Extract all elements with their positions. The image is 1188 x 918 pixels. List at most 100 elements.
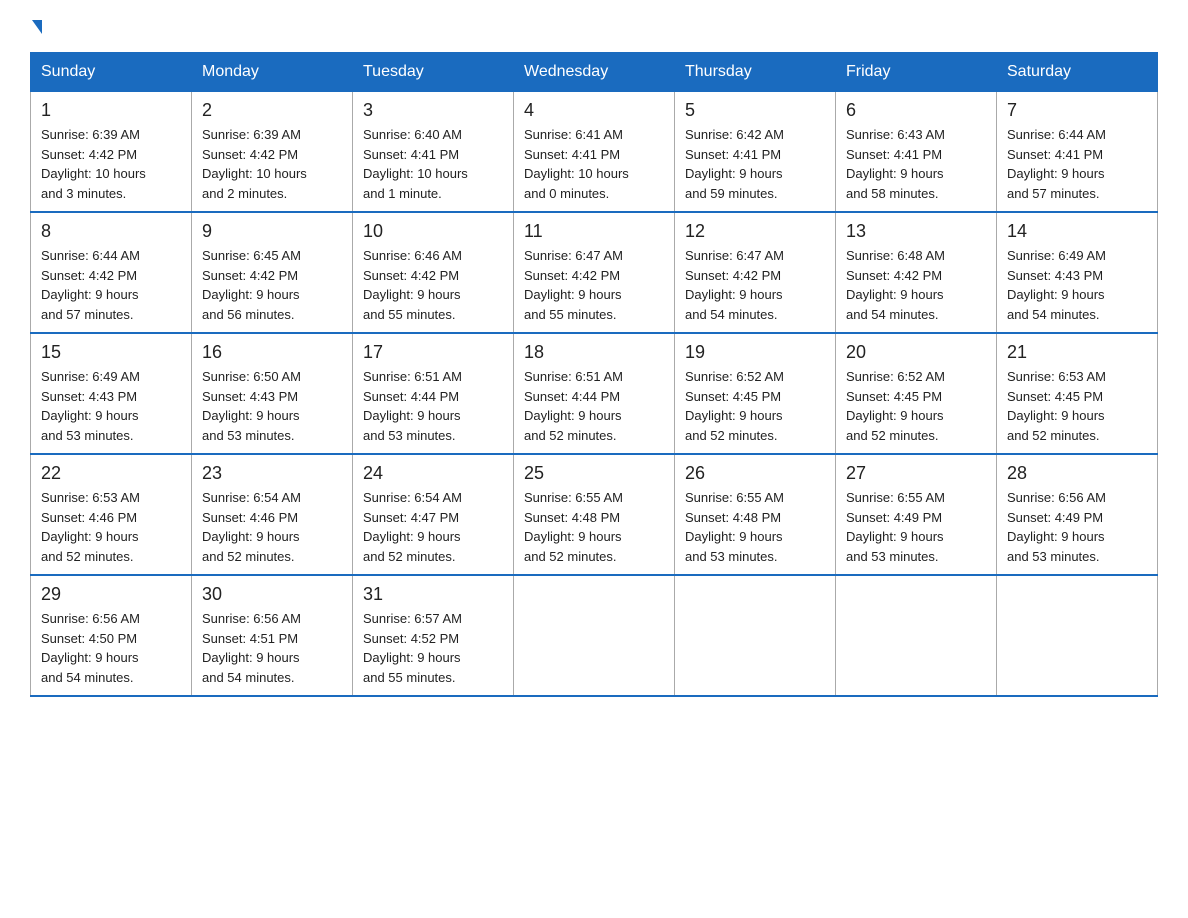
calendar-day-cell: 8 Sunrise: 6:44 AM Sunset: 4:42 PM Dayli… (31, 212, 192, 333)
header-tuesday: Tuesday (353, 53, 514, 92)
empty-day-cell (997, 575, 1158, 696)
day-info: Sunrise: 6:51 AM Sunset: 4:44 PM Dayligh… (363, 367, 503, 445)
day-info: Sunrise: 6:53 AM Sunset: 4:46 PM Dayligh… (41, 488, 181, 566)
day-info: Sunrise: 6:39 AM Sunset: 4:42 PM Dayligh… (202, 125, 342, 203)
calendar-day-cell: 16 Sunrise: 6:50 AM Sunset: 4:43 PM Dayl… (192, 333, 353, 454)
day-number: 26 (685, 463, 825, 484)
day-info: Sunrise: 6:43 AM Sunset: 4:41 PM Dayligh… (846, 125, 986, 203)
calendar-day-cell: 24 Sunrise: 6:54 AM Sunset: 4:47 PM Dayl… (353, 454, 514, 575)
calendar-day-cell: 18 Sunrise: 6:51 AM Sunset: 4:44 PM Dayl… (514, 333, 675, 454)
day-info: Sunrise: 6:49 AM Sunset: 4:43 PM Dayligh… (41, 367, 181, 445)
calendar-day-cell: 23 Sunrise: 6:54 AM Sunset: 4:46 PM Dayl… (192, 454, 353, 575)
calendar-day-cell: 14 Sunrise: 6:49 AM Sunset: 4:43 PM Dayl… (997, 212, 1158, 333)
calendar-day-cell: 28 Sunrise: 6:56 AM Sunset: 4:49 PM Dayl… (997, 454, 1158, 575)
header-monday: Monday (192, 53, 353, 92)
day-info: Sunrise: 6:41 AM Sunset: 4:41 PM Dayligh… (524, 125, 664, 203)
day-number: 16 (202, 342, 342, 363)
day-number: 12 (685, 221, 825, 242)
calendar-day-cell: 11 Sunrise: 6:47 AM Sunset: 4:42 PM Dayl… (514, 212, 675, 333)
header-wednesday: Wednesday (514, 53, 675, 92)
day-info: Sunrise: 6:55 AM Sunset: 4:48 PM Dayligh… (524, 488, 664, 566)
day-number: 23 (202, 463, 342, 484)
day-info: Sunrise: 6:56 AM Sunset: 4:50 PM Dayligh… (41, 609, 181, 687)
calendar-day-cell: 21 Sunrise: 6:53 AM Sunset: 4:45 PM Dayl… (997, 333, 1158, 454)
day-number: 10 (363, 221, 503, 242)
calendar-header-row: SundayMondayTuesdayWednesdayThursdayFrid… (31, 53, 1158, 92)
calendar-day-cell: 5 Sunrise: 6:42 AM Sunset: 4:41 PM Dayli… (675, 92, 836, 213)
day-number: 8 (41, 221, 181, 242)
day-number: 24 (363, 463, 503, 484)
day-number: 28 (1007, 463, 1147, 484)
empty-day-cell (675, 575, 836, 696)
day-number: 27 (846, 463, 986, 484)
day-info: Sunrise: 6:40 AM Sunset: 4:41 PM Dayligh… (363, 125, 503, 203)
calendar-week-row: 22 Sunrise: 6:53 AM Sunset: 4:46 PM Dayl… (31, 454, 1158, 575)
empty-day-cell (514, 575, 675, 696)
calendar-week-row: 15 Sunrise: 6:49 AM Sunset: 4:43 PM Dayl… (31, 333, 1158, 454)
day-info: Sunrise: 6:48 AM Sunset: 4:42 PM Dayligh… (846, 246, 986, 324)
day-number: 20 (846, 342, 986, 363)
day-info: Sunrise: 6:46 AM Sunset: 4:42 PM Dayligh… (363, 246, 503, 324)
header-saturday: Saturday (997, 53, 1158, 92)
day-info: Sunrise: 6:55 AM Sunset: 4:49 PM Dayligh… (846, 488, 986, 566)
day-number: 4 (524, 100, 664, 121)
calendar-week-row: 1 Sunrise: 6:39 AM Sunset: 4:42 PM Dayli… (31, 92, 1158, 213)
calendar-day-cell: 10 Sunrise: 6:46 AM Sunset: 4:42 PM Dayl… (353, 212, 514, 333)
day-number: 3 (363, 100, 503, 121)
calendar-day-cell: 26 Sunrise: 6:55 AM Sunset: 4:48 PM Dayl… (675, 454, 836, 575)
day-info: Sunrise: 6:47 AM Sunset: 4:42 PM Dayligh… (524, 246, 664, 324)
calendar-day-cell: 29 Sunrise: 6:56 AM Sunset: 4:50 PM Dayl… (31, 575, 192, 696)
day-number: 17 (363, 342, 503, 363)
calendar-table: SundayMondayTuesdayWednesdayThursdayFrid… (30, 52, 1158, 697)
calendar-day-cell: 15 Sunrise: 6:49 AM Sunset: 4:43 PM Dayl… (31, 333, 192, 454)
day-info: Sunrise: 6:44 AM Sunset: 4:42 PM Dayligh… (41, 246, 181, 324)
calendar-day-cell: 7 Sunrise: 6:44 AM Sunset: 4:41 PM Dayli… (997, 92, 1158, 213)
day-info: Sunrise: 6:44 AM Sunset: 4:41 PM Dayligh… (1007, 125, 1147, 203)
day-info: Sunrise: 6:56 AM Sunset: 4:51 PM Dayligh… (202, 609, 342, 687)
day-info: Sunrise: 6:55 AM Sunset: 4:48 PM Dayligh… (685, 488, 825, 566)
day-number: 31 (363, 584, 503, 605)
calendar-day-cell: 22 Sunrise: 6:53 AM Sunset: 4:46 PM Dayl… (31, 454, 192, 575)
day-info: Sunrise: 6:53 AM Sunset: 4:45 PM Dayligh… (1007, 367, 1147, 445)
header-friday: Friday (836, 53, 997, 92)
day-number: 29 (41, 584, 181, 605)
day-info: Sunrise: 6:47 AM Sunset: 4:42 PM Dayligh… (685, 246, 825, 324)
calendar-day-cell: 3 Sunrise: 6:40 AM Sunset: 4:41 PM Dayli… (353, 92, 514, 213)
day-info: Sunrise: 6:57 AM Sunset: 4:52 PM Dayligh… (363, 609, 503, 687)
calendar-day-cell: 12 Sunrise: 6:47 AM Sunset: 4:42 PM Dayl… (675, 212, 836, 333)
day-number: 14 (1007, 221, 1147, 242)
header-thursday: Thursday (675, 53, 836, 92)
day-number: 13 (846, 221, 986, 242)
calendar-week-row: 29 Sunrise: 6:56 AM Sunset: 4:50 PM Dayl… (31, 575, 1158, 696)
calendar-day-cell: 25 Sunrise: 6:55 AM Sunset: 4:48 PM Dayl… (514, 454, 675, 575)
logo-arrow-icon (32, 20, 42, 34)
day-number: 5 (685, 100, 825, 121)
calendar-day-cell: 30 Sunrise: 6:56 AM Sunset: 4:51 PM Dayl… (192, 575, 353, 696)
day-number: 25 (524, 463, 664, 484)
day-info: Sunrise: 6:45 AM Sunset: 4:42 PM Dayligh… (202, 246, 342, 324)
day-number: 19 (685, 342, 825, 363)
calendar-day-cell: 4 Sunrise: 6:41 AM Sunset: 4:41 PM Dayli… (514, 92, 675, 213)
day-info: Sunrise: 6:54 AM Sunset: 4:46 PM Dayligh… (202, 488, 342, 566)
calendar-day-cell: 27 Sunrise: 6:55 AM Sunset: 4:49 PM Dayl… (836, 454, 997, 575)
day-number: 1 (41, 100, 181, 121)
day-info: Sunrise: 6:54 AM Sunset: 4:47 PM Dayligh… (363, 488, 503, 566)
day-number: 11 (524, 221, 664, 242)
day-info: Sunrise: 6:42 AM Sunset: 4:41 PM Dayligh… (685, 125, 825, 203)
header-sunday: Sunday (31, 53, 192, 92)
calendar-day-cell: 13 Sunrise: 6:48 AM Sunset: 4:42 PM Dayl… (836, 212, 997, 333)
day-number: 21 (1007, 342, 1147, 363)
day-info: Sunrise: 6:50 AM Sunset: 4:43 PM Dayligh… (202, 367, 342, 445)
day-info: Sunrise: 6:39 AM Sunset: 4:42 PM Dayligh… (41, 125, 181, 203)
calendar-day-cell: 17 Sunrise: 6:51 AM Sunset: 4:44 PM Dayl… (353, 333, 514, 454)
empty-day-cell (836, 575, 997, 696)
day-info: Sunrise: 6:52 AM Sunset: 4:45 PM Dayligh… (685, 367, 825, 445)
day-number: 18 (524, 342, 664, 363)
day-number: 30 (202, 584, 342, 605)
day-number: 7 (1007, 100, 1147, 121)
day-number: 6 (846, 100, 986, 121)
calendar-day-cell: 19 Sunrise: 6:52 AM Sunset: 4:45 PM Dayl… (675, 333, 836, 454)
calendar-day-cell: 9 Sunrise: 6:45 AM Sunset: 4:42 PM Dayli… (192, 212, 353, 333)
logo (30, 20, 42, 34)
calendar-day-cell: 31 Sunrise: 6:57 AM Sunset: 4:52 PM Dayl… (353, 575, 514, 696)
